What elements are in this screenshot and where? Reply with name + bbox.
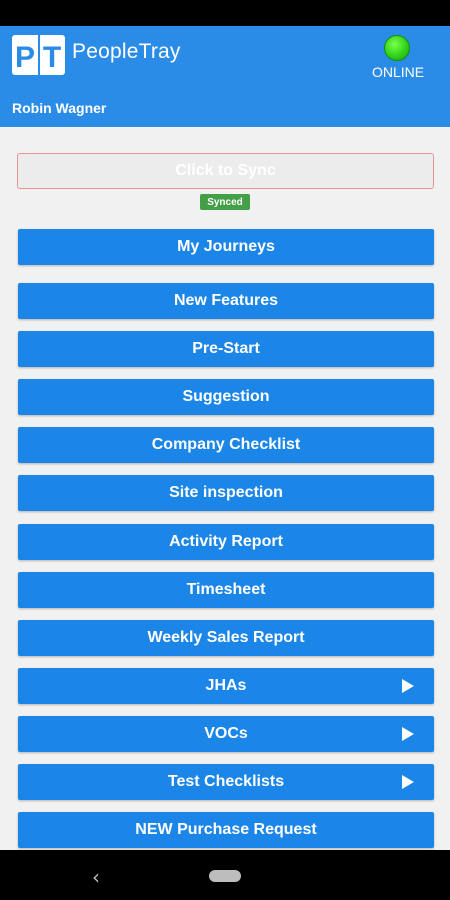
menu-button-label: VOCs: [204, 725, 248, 742]
menu-button-label: Timesheet: [186, 581, 266, 598]
expand-arrow-icon: [402, 679, 414, 693]
menu-button-weekly-sales-report[interactable]: Weekly Sales Report: [18, 620, 434, 656]
expand-arrow-icon: [402, 775, 414, 789]
system-navigation-bar: ‹: [0, 850, 450, 900]
menu-button-label: Test Checklists: [167, 773, 285, 790]
menu-button-label: Pre-Start: [192, 340, 260, 357]
svg-text:T: T: [43, 41, 61, 74]
menu-button-new-features[interactable]: New Features: [18, 283, 434, 319]
user-name: Robin Wagner: [12, 100, 107, 116]
menu-button-activity-report[interactable]: Activity Report: [18, 524, 434, 560]
sync-status-badge: Synced: [200, 194, 250, 210]
menu-button-test-checklists[interactable]: Test Checklists: [18, 764, 434, 800]
menu-button-label: Site inspection: [169, 484, 283, 501]
menu-button-label: JHAs: [205, 677, 247, 694]
status-bar: [0, 0, 450, 26]
menu-button-label: Company Checklist: [151, 436, 301, 453]
menu-button-label: New Features: [173, 292, 279, 309]
menu-button-vocs[interactable]: VOCs: [18, 716, 434, 752]
online-status-indicator: [384, 35, 410, 61]
menu-button-my-journeys[interactable]: My Journeys: [18, 229, 434, 265]
menu-button-jhas[interactable]: JHAs: [18, 668, 434, 704]
sync-button-label: Click to Sync: [175, 162, 276, 179]
app-header: P T PeopleTray ONLINE Robin Wagner: [0, 26, 450, 127]
menu-button-suggestion[interactable]: Suggestion: [18, 379, 434, 415]
online-status-label: ONLINE: [371, 64, 425, 80]
peopletray-logo: P T: [12, 35, 65, 75]
menu-button-pre-start[interactable]: Pre-Start: [18, 331, 434, 367]
menu-button-label: Suggestion: [182, 388, 270, 405]
expand-arrow-icon: [402, 727, 414, 741]
sync-button[interactable]: Click to Sync: [17, 153, 434, 189]
menu-button-new-purchase-request[interactable]: NEW Purchase Request: [18, 812, 434, 848]
back-icon[interactable]: ‹: [92, 865, 100, 889]
menu-button-label: Weekly Sales Report: [147, 629, 305, 646]
menu-button-timesheet[interactable]: Timesheet: [18, 572, 434, 608]
app-name: PeopleTray: [72, 40, 181, 63]
home-pill-icon[interactable]: [209, 870, 241, 882]
svg-text:P: P: [15, 41, 35, 74]
menu-button-site-inspection[interactable]: Site inspection: [18, 475, 434, 511]
menu-button-label: My Journeys: [177, 238, 275, 255]
menu-button-company-checklist[interactable]: Company Checklist: [18, 427, 434, 463]
menu-button-label: Activity Report: [169, 533, 283, 550]
menu-button-label: NEW Purchase Request: [135, 821, 317, 838]
